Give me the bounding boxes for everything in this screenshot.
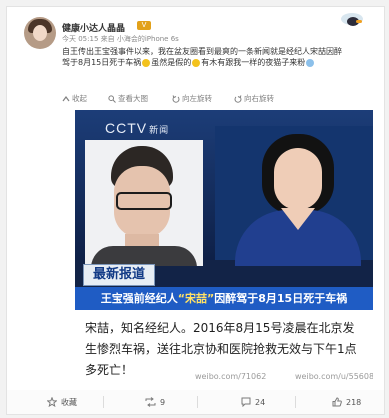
weibo-page: 健康小达人晶晶 V 今天 05:15 来自 小海会的iPhone 6s 自王传出… [0, 0, 389, 418]
like-button[interactable]: 218 [332, 390, 361, 414]
news-headline-bar: 王宝强前经纪人“宋喆”因醉驾于8月15日死于车祸 [75, 287, 373, 310]
post-action-bar: 收藏 9 24 218 [6, 390, 385, 415]
news-screenshot-image[interactable]: CCTV 新闻 最新报道 王宝强前经纪人“宋喆”因醉驾于8月15日死于车祸 宋喆，… [75, 110, 373, 386]
post-line-2a: 驾于8月15日死于车祸 [62, 58, 142, 67]
laugh-emoji-icon [192, 58, 201, 67]
comment-button[interactable]: 24 [241, 390, 265, 414]
man-photo [85, 140, 203, 266]
comment-icon [241, 397, 251, 407]
post-line-2c: 有木有跟我一样的夜猫子来粉 [201, 58, 306, 67]
rotate-left-icon [172, 94, 180, 103]
breaking-news-label: 最新报道 [83, 264, 155, 286]
magnifier-icon [108, 94, 116, 103]
post-line-1: 自王传出王宝强事件以来，我在盆友圈看到最爽的一条新闻就是经纪人宋喆因醉 [62, 47, 342, 56]
watermark: weibo.com/71062 [195, 372, 267, 381]
image-toolbar: 收起 查看大图 向左旋转 向右旋转 [62, 93, 374, 107]
collapse-button[interactable]: 收起 [62, 93, 87, 104]
rotate-left-button[interactable]: 向左旋转 [172, 93, 212, 104]
member-badge-icon: V [137, 21, 151, 30]
laugh-emoji-icon [142, 58, 151, 67]
post-line-2b: 虽然是假的 [151, 58, 192, 67]
rotate-right-button[interactable]: 向右旋转 [234, 93, 274, 104]
avatar[interactable] [24, 17, 56, 49]
thumbs-up-icon [332, 397, 342, 407]
collapse-icon [62, 95, 70, 101]
cctv-logo: CCTV 新闻 [105, 120, 170, 136]
post-meta: 今天 05:15 来自 小海会的iPhone 6s [62, 35, 179, 43]
view-large-button[interactable]: 查看大图 [108, 93, 148, 104]
watermark: weibo.com/u/5560838470 [295, 372, 373, 381]
sweat-emoji-icon [306, 58, 315, 67]
weibo-post-card: 健康小达人晶晶 V 今天 05:15 来自 小海会的iPhone 6s 自王传出… [6, 6, 385, 392]
repost-button[interactable]: 9 [145, 390, 165, 414]
post-text: 自王传出王宝强事件以来，我在盆友圈看到最爽的一条新闻就是经纪人宋喆因醉 驾于8月… [62, 46, 374, 68]
rotate-right-icon [234, 94, 242, 103]
repost-icon [145, 397, 156, 407]
star-icon [47, 397, 57, 407]
favorite-button[interactable]: 收藏 [47, 390, 77, 414]
username[interactable]: 健康小达人晶晶 [62, 21, 125, 34]
divider [197, 396, 198, 408]
divider [103, 396, 104, 408]
penguin-icon [325, 9, 375, 37]
divider [295, 396, 296, 408]
